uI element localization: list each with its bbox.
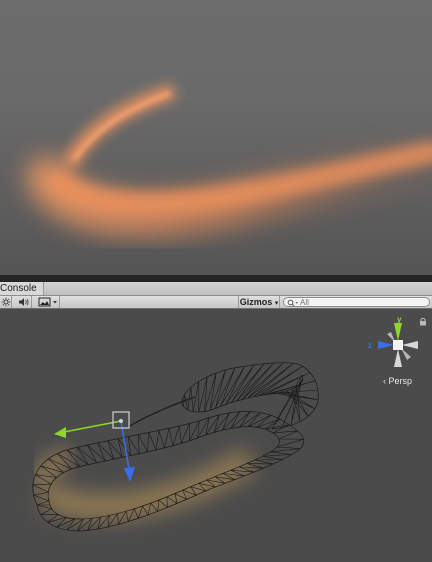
tab-bar: Console (0, 282, 432, 296)
z-axis-cone[interactable] (378, 341, 394, 349)
sun-icon (1, 297, 10, 307)
neg-z-axis-cone[interactable] (402, 341, 418, 349)
gizmo-cube[interactable] (393, 340, 403, 350)
lighting-toggle[interactable] (0, 296, 12, 308)
arrow-icon[interactable] (54, 427, 66, 438)
particle-glow (38, 447, 257, 521)
scene-toolbar: Gizmos ▾ (0, 296, 432, 309)
chevron-left-icon: ‹ (383, 376, 386, 386)
particle-trail (26, 85, 432, 238)
projection-label: Persp (388, 376, 413, 386)
search-icon (287, 299, 298, 307)
y-axis-cone[interactable] (394, 323, 402, 341)
axis-z-label: z (368, 341, 372, 350)
speaker-icon (18, 298, 28, 306)
game-view (0, 0, 432, 275)
scene-canvas[interactable]: y z (0, 309, 432, 562)
gizmo-center-dot (119, 419, 123, 423)
search-box[interactable] (283, 297, 430, 307)
arrow-icon[interactable] (124, 467, 135, 482)
axis-y-label: y (397, 315, 402, 324)
chevron-down-icon (52, 301, 57, 304)
tab-console[interactable]: Console (0, 282, 44, 295)
search-input[interactable] (300, 297, 420, 307)
emitter-streak (127, 396, 196, 428)
neg-y-axis-cone[interactable] (394, 349, 402, 367)
panel-divider[interactable] (0, 275, 432, 282)
scene-view[interactable]: y z ‹ Persp (0, 309, 432, 562)
orientation-gizmo[interactable]: y z (368, 315, 418, 367)
gizmos-dropdown[interactable]: Gizmos ▾ (238, 296, 280, 308)
gizmos-label: Gizmos (239, 297, 273, 307)
effects-dropdown[interactable] (36, 296, 60, 308)
wireframe-zigzag (181, 362, 319, 430)
projection-toggle[interactable]: ‹ Persp (383, 376, 412, 386)
audio-toggle[interactable] (16, 296, 32, 308)
image-icon (38, 297, 57, 307)
chevron-down-icon: ▾ (274, 300, 279, 307)
lock-icon[interactable] (419, 317, 427, 326)
